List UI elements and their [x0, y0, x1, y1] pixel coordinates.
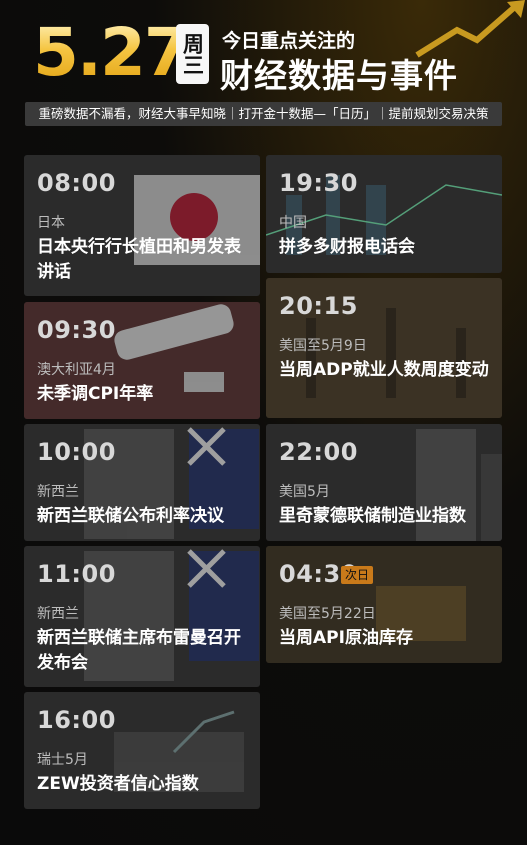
event-card[interactable]: 20:15 美国至5月9日 当周ADP就业人数周度变动 [266, 278, 502, 418]
event-region: 新西兰 [37, 484, 79, 500]
event-title: ZEW投资者信心指数 [37, 774, 199, 794]
event-card[interactable]: 04:30 次日 美国至5月22日 当周API原油库存 [266, 546, 502, 663]
event-card[interactable]: 09:30 澳大利亚4月 未季调CPI年率 [24, 302, 260, 419]
event-region: 瑞士5月 [37, 752, 88, 768]
event-region: 美国5月 [279, 484, 330, 500]
event-card[interactable]: 11:00 新西兰 新西兰联储主席布雷曼召开发布会 [24, 546, 260, 687]
event-time: 19:30 [279, 169, 358, 197]
event-time: 22:00 [279, 438, 358, 466]
event-time: 11:00 [37, 560, 116, 588]
event-region: 新西兰 [37, 606, 79, 622]
event-region: 澳大利亚4月 [37, 362, 116, 378]
event-card[interactable]: 16:00 瑞士5月 ZEW投资者信心指数 [24, 692, 260, 809]
event-card[interactable]: 08:00 日本 日本央行行长植田和男发表讲话 [24, 155, 260, 296]
event-time: 10:00 [37, 438, 116, 466]
event-card[interactable]: 19:30 中国 拼多多财报电话会 [266, 155, 502, 273]
event-title: 里奇蒙德联储制造业指数 [279, 506, 466, 526]
event-time: 09:30 [37, 316, 116, 344]
next-day-badge: 次日 [341, 566, 374, 584]
weekday-badge: 周三 [176, 24, 209, 84]
page-title: 财经数据与事件 [220, 56, 458, 95]
event-card[interactable]: 22:00 美国5月 里奇蒙德联储制造业指数 [266, 424, 502, 541]
date: 5.27 [33, 14, 190, 91]
event-time: 20:15 [279, 292, 358, 320]
event-title: 日本央行行长植田和男发表讲话 [37, 237, 241, 282]
event-region: 日本 [37, 215, 65, 231]
event-title: 新西兰联储公布利率决议 [37, 506, 224, 526]
event-region: 美国至5月22日 [279, 606, 376, 622]
event-title: 当周API原油库存 [279, 628, 413, 648]
header: 5.27 周三 今日重点关注的 财经数据与事件 [0, 0, 527, 100]
event-title: 当周ADP就业人数周度变动 [279, 360, 489, 380]
event-region: 中国 [279, 215, 307, 231]
event-title: 新西兰联储主席布雷曼召开发布会 [37, 628, 241, 673]
event-card[interactable]: 10:00 新西兰 新西兰联储公布利率决议 [24, 424, 260, 541]
event-time: 08:00 [37, 169, 116, 197]
event-time: 16:00 [37, 706, 116, 734]
tagline: 重磅数据不漏看，财经大事早知晓｜打开金十数据—「日历」｜提前规划交易决策 [25, 102, 502, 126]
event-title: 拼多多财报电话会 [279, 237, 415, 257]
event-region: 美国至5月9日 [279, 338, 367, 354]
event-title: 未季调CPI年率 [37, 384, 154, 404]
